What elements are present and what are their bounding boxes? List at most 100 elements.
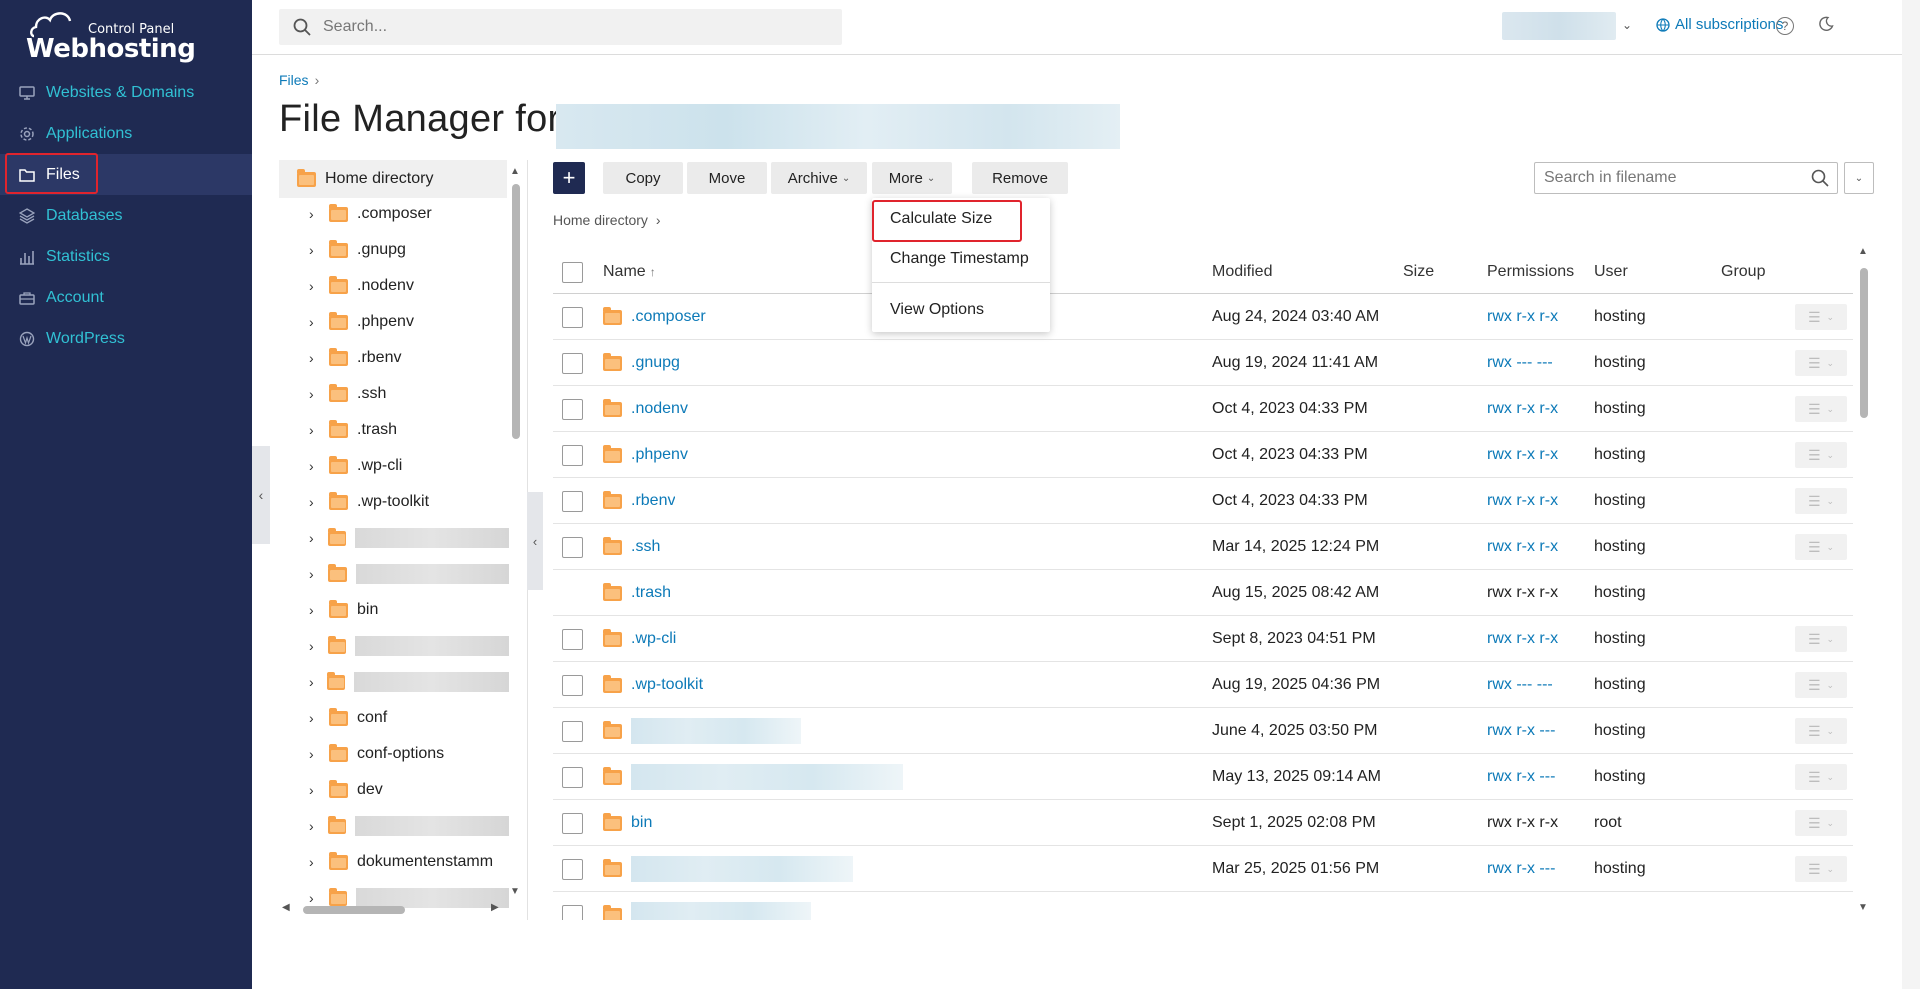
table-row[interactable]: .trash Aug 15, 2025 08:42 AM rwx r-x r-x… bbox=[553, 570, 1853, 616]
permissions-link[interactable]: rwx r-x --- bbox=[1487, 708, 1555, 754]
tree-item[interactable]: › bin bbox=[279, 592, 509, 628]
row-actions-button[interactable]: ☰ ⌄ bbox=[1795, 856, 1847, 882]
sidebar-item-statistics[interactable]: Statistics bbox=[0, 236, 252, 277]
permissions-link[interactable]: rwx r-x r-x bbox=[1487, 386, 1558, 432]
permissions-link[interactable]: rwx r-x r-x bbox=[1487, 616, 1558, 662]
scroll-up-arrow-icon[interactable]: ▲ bbox=[510, 166, 520, 177]
table-row[interactable]: .nodenv Oct 4, 2023 04:33 PM rwx r-x r-x… bbox=[553, 386, 1853, 432]
tree-item[interactable]: › conf-options bbox=[279, 736, 509, 772]
scroll-right-arrow-icon[interactable]: ▶ bbox=[491, 902, 499, 913]
row-checkbox[interactable] bbox=[562, 536, 583, 558]
more-button[interactable]: More ⌄ bbox=[872, 162, 952, 194]
row-checkbox[interactable] bbox=[562, 306, 583, 328]
webhosting-logo[interactable]: Control Panel Webhosting bbox=[26, 8, 196, 64]
file-name-link[interactable]: .ssh bbox=[631, 538, 660, 556]
chevron-right-icon[interactable]: › bbox=[309, 386, 329, 402]
file-name-link[interactable]: bin bbox=[631, 814, 652, 832]
collapse-tree-button[interactable]: ‹ bbox=[527, 492, 543, 590]
scroll-down-arrow-icon[interactable]: ▼ bbox=[1858, 902, 1868, 913]
menu-item-calculate-size[interactable]: Calculate Size bbox=[872, 202, 1050, 236]
breadcrumb-files-link[interactable]: Files bbox=[279, 72, 309, 88]
sidebar-item-applications[interactable]: Applications bbox=[0, 113, 252, 154]
chevron-right-icon[interactable]: › bbox=[309, 674, 327, 690]
row-checkbox[interactable] bbox=[562, 858, 583, 880]
add-button[interactable]: + bbox=[553, 162, 585, 194]
search-icon[interactable] bbox=[1811, 169, 1829, 192]
tree-item[interactable]: › .nodenv bbox=[279, 268, 509, 304]
collapse-sidebar-button[interactable]: ‹ bbox=[252, 446, 270, 544]
column-permissions[interactable]: Permissions bbox=[1487, 250, 1574, 294]
tree-item[interactable]: › bbox=[279, 628, 509, 664]
tree-horizontal-scrollbar[interactable]: ◀ ▶ bbox=[279, 902, 504, 916]
row-actions-button[interactable]: ☰ ⌄ bbox=[1795, 718, 1847, 744]
tree-item[interactable]: › .trash bbox=[279, 412, 509, 448]
filename-search-input[interactable] bbox=[1544, 169, 1799, 187]
row-actions-button[interactable]: ☰ ⌄ bbox=[1795, 442, 1847, 468]
column-name[interactable]: Name ↑ bbox=[603, 250, 656, 294]
menu-item-view-options[interactable]: View Options bbox=[872, 293, 1050, 327]
tree-item[interactable]: › dev bbox=[279, 772, 509, 808]
checkbox[interactable] bbox=[562, 261, 583, 283]
chevron-right-icon[interactable]: › bbox=[309, 854, 329, 870]
chevron-right-icon[interactable]: › bbox=[309, 206, 329, 222]
row-checkbox[interactable] bbox=[562, 766, 583, 788]
permissions-link[interactable]: rwx r-x r-x bbox=[1487, 478, 1558, 524]
global-search-input[interactable] bbox=[323, 18, 803, 36]
scroll-thumb[interactable] bbox=[512, 184, 520, 439]
row-actions-button[interactable]: ☰ ⌄ bbox=[1795, 350, 1847, 376]
column-user[interactable]: User bbox=[1594, 250, 1628, 294]
sidebar-item-account[interactable]: Account bbox=[0, 277, 252, 318]
row-checkbox[interactable] bbox=[562, 628, 583, 650]
redacted-file-name[interactable] bbox=[631, 764, 903, 790]
file-name-link[interactable]: .phpenv bbox=[631, 446, 688, 464]
dark-mode-icon[interactable] bbox=[1818, 16, 1834, 37]
row-actions-button[interactable]: ☰ ⌄ bbox=[1795, 534, 1847, 560]
row-actions-button[interactable]: ☰ ⌄ bbox=[1795, 810, 1847, 836]
column-modified[interactable]: Modified bbox=[1212, 250, 1272, 294]
sidebar-item-databases[interactable]: Databases bbox=[0, 195, 252, 236]
row-checkbox[interactable] bbox=[562, 812, 583, 834]
permissions-link[interactable]: rwx r-x r-x bbox=[1487, 524, 1558, 570]
row-actions-button[interactable]: ☰ ⌄ bbox=[1795, 304, 1847, 330]
permissions-link[interactable]: rwx r-x r-x bbox=[1487, 432, 1558, 478]
sidebar-item-files[interactable]: Files bbox=[0, 154, 252, 195]
scroll-left-arrow-icon[interactable]: ◀ bbox=[282, 902, 290, 913]
archive-button[interactable]: Archive ⌄ bbox=[771, 162, 867, 194]
permissions-link[interactable]: rwx r-x r-x bbox=[1487, 294, 1558, 340]
table-row[interactable]: bin Sept 1, 2025 02:08 PM rwx r-x r-x ro… bbox=[553, 800, 1853, 846]
scroll-down-arrow-icon[interactable]: ▼ bbox=[510, 886, 520, 897]
permissions-link[interactable]: rwx --- --- bbox=[1487, 340, 1553, 386]
chevron-right-icon[interactable]: › bbox=[309, 530, 328, 546]
chevron-down-icon[interactable]: ⌄ bbox=[1622, 18, 1632, 32]
tree-item[interactable]: › bbox=[279, 556, 509, 592]
user-menu-button[interactable] bbox=[1502, 12, 1616, 40]
tree-item[interactable]: › .gnupg bbox=[279, 232, 509, 268]
tree-item[interactable]: › bbox=[279, 520, 509, 556]
column-group[interactable]: Group bbox=[1721, 250, 1765, 294]
redacted-file-name[interactable] bbox=[631, 718, 801, 744]
permissions-link[interactable]: rwx --- --- bbox=[1487, 662, 1553, 708]
row-checkbox[interactable] bbox=[562, 674, 583, 696]
select-all-checkbox[interactable] bbox=[562, 250, 583, 294]
chevron-right-icon[interactable]: › bbox=[309, 494, 329, 510]
remove-button[interactable]: Remove bbox=[972, 162, 1068, 194]
table-row[interactable]: May 13, 2025 09:14 AM rwx r-x --- hostin… bbox=[553, 754, 1853, 800]
tree-item[interactable]: › .rbenv bbox=[279, 340, 509, 376]
permissions-link[interactable]: rwx r-x --- bbox=[1487, 754, 1555, 800]
chevron-right-icon[interactable]: › bbox=[309, 746, 329, 762]
chevron-right-icon[interactable]: › bbox=[309, 458, 329, 474]
column-size[interactable]: Size bbox=[1403, 250, 1434, 294]
chevron-right-icon[interactable]: › bbox=[309, 278, 329, 294]
menu-item-change-timestamp[interactable]: Change Timestamp bbox=[872, 242, 1050, 276]
sidebar-item-wordpress[interactable]: WordPress bbox=[0, 318, 252, 359]
tree-item[interactable]: › .ssh bbox=[279, 376, 509, 412]
tree-item[interactable]: › conf bbox=[279, 700, 509, 736]
file-name-link[interactable]: .nodenv bbox=[631, 400, 688, 418]
filename-search-options-button[interactable]: ⌄ bbox=[1844, 162, 1874, 194]
file-name-link[interactable]: .gnupg bbox=[631, 354, 680, 372]
tree-item[interactable]: › bbox=[279, 808, 509, 844]
chevron-right-icon[interactable]: › bbox=[309, 566, 328, 582]
chevron-right-icon[interactable]: › bbox=[309, 602, 329, 618]
table-row[interactable]: .wp-toolkit Aug 19, 2025 04:36 PM rwx --… bbox=[553, 662, 1853, 708]
tree-item[interactable]: › bbox=[279, 664, 509, 700]
